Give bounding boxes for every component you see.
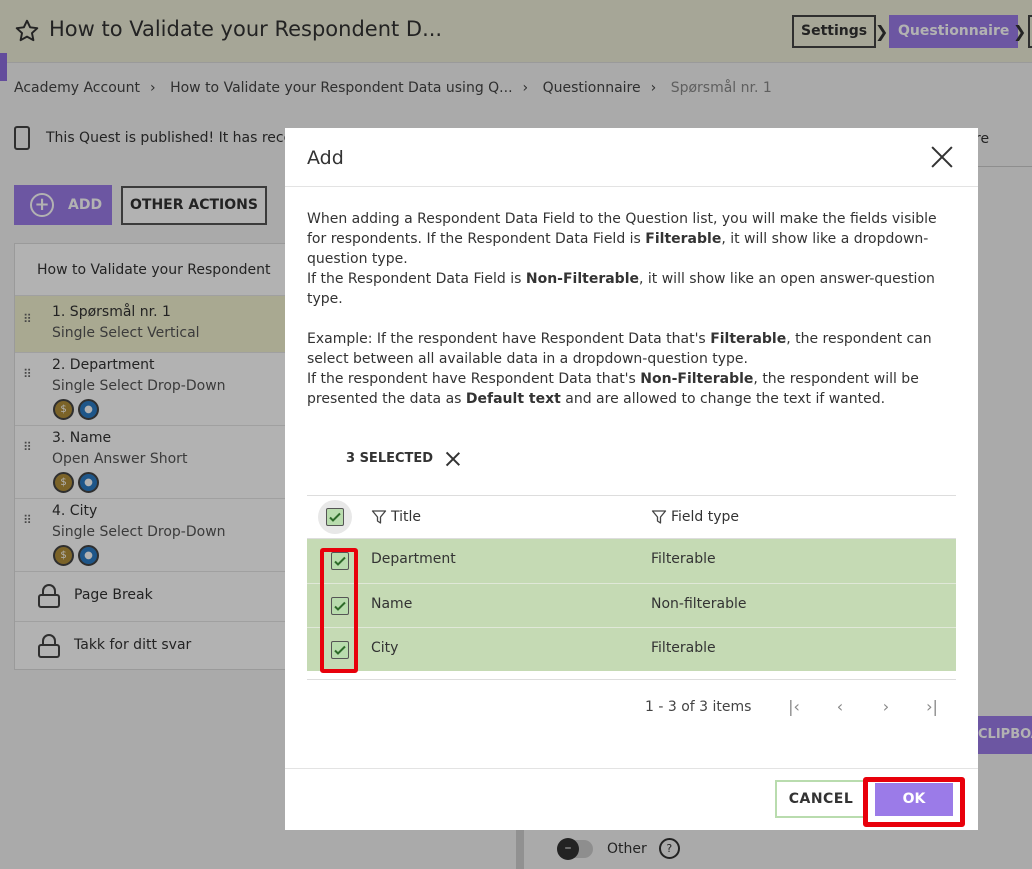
description-paragraph: If the Respondent Data Field is Non-Filt… [307, 271, 935, 307]
cell-field-type: Non-filterable [651, 596, 747, 612]
dialog-title: Add [307, 147, 344, 169]
cell-title: City [371, 640, 399, 656]
pagination-info: 1 - 3 of 3 items [645, 699, 752, 715]
description-paragraph: When adding a Respondent Data Field to t… [307, 211, 937, 267]
cancel-button[interactable]: CANCEL [775, 780, 867, 818]
column-header-title[interactable]: Title [371, 495, 421, 538]
table-row[interactable]: Department Filterable [307, 539, 956, 583]
highlight-checkboxes [320, 548, 358, 673]
divider [285, 768, 978, 769]
column-header-field-type[interactable]: Field type [651, 495, 739, 538]
dialog-description: When adding a Respondent Data Field to t… [307, 209, 957, 409]
prev-page-icon[interactable]: ‹ [830, 697, 850, 717]
select-all-checkbox-wrap[interactable] [318, 500, 352, 534]
cell-field-type: Filterable [651, 640, 716, 656]
add-dialog: Add When adding a Respondent Data Field … [285, 128, 978, 830]
selected-count: 3 SELECTED [346, 451, 434, 466]
select-all-checkbox[interactable] [326, 508, 344, 526]
table-row[interactable]: Name Non-filterable [307, 583, 956, 627]
table-row[interactable]: City Filterable [307, 627, 956, 671]
description-paragraph: Example: If the respondent have Responde… [307, 331, 932, 367]
close-icon[interactable] [929, 144, 955, 170]
cell-title: Department [371, 551, 456, 567]
cell-title: Name [371, 596, 413, 612]
filter-icon[interactable] [371, 509, 387, 525]
filter-icon[interactable] [651, 509, 667, 525]
description-paragraph: If the respondent have Respondent Data t… [307, 371, 919, 407]
column-field-type-label: Field type [671, 508, 740, 525]
cell-field-type: Filterable [651, 551, 716, 567]
divider [285, 186, 978, 187]
highlight-ok-button [863, 777, 965, 827]
clear-selection-icon[interactable] [446, 452, 460, 466]
selection-bar: 3 SELECTED [346, 451, 460, 466]
next-page-icon[interactable]: › [876, 697, 896, 717]
first-page-icon[interactable]: |‹ [784, 697, 804, 717]
column-title-label: Title [391, 508, 422, 525]
last-page-icon[interactable]: ›| [922, 697, 942, 717]
